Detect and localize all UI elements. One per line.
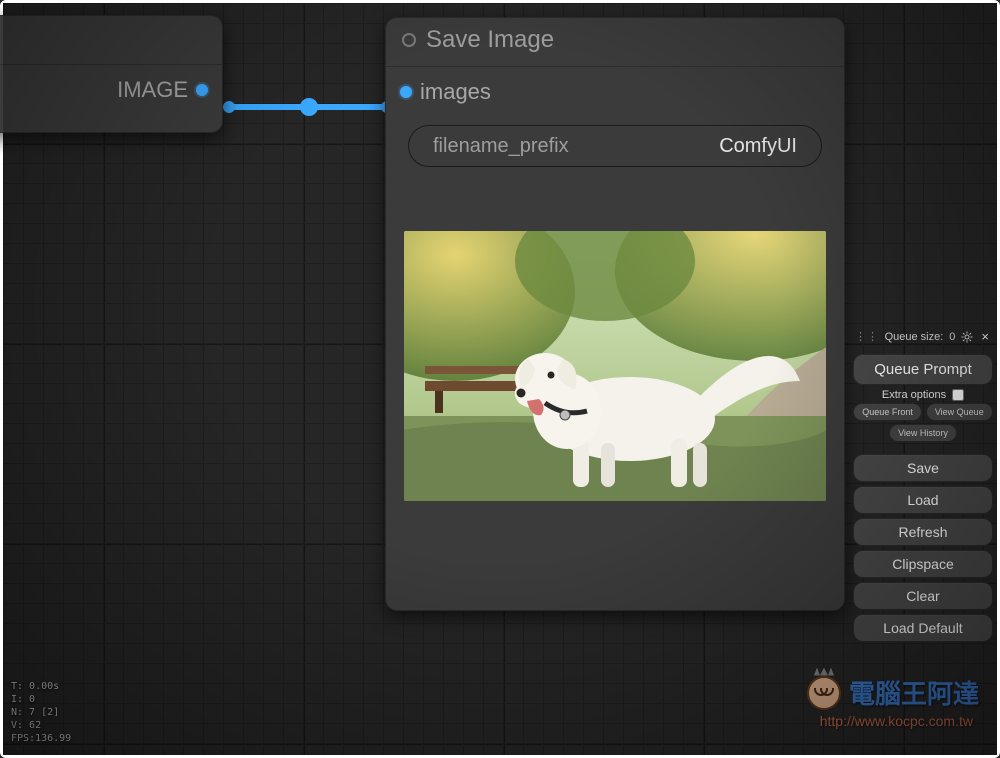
filename-prefix-field[interactable]: filename_prefix ComfyUI bbox=[408, 125, 822, 167]
clipspace-button[interactable]: Clipspace bbox=[853, 550, 993, 578]
save-button[interactable]: Save bbox=[853, 454, 993, 482]
drag-handle-icon[interactable]: ⋮⋮ bbox=[855, 330, 865, 343]
image-preview[interactable] bbox=[404, 231, 826, 501]
extra-options-label: Extra options bbox=[882, 389, 946, 401]
close-icon[interactable]: × bbox=[979, 329, 991, 344]
control-panel[interactable]: ⋮⋮ Queue size: 0 × Queue Prompt Extra op… bbox=[849, 323, 997, 654]
node-save-image[interactable]: Save Image images filename_prefix ComfyU… bbox=[385, 17, 845, 611]
debug-line: N: 7 [2] bbox=[11, 706, 71, 719]
input-port-dot[interactable] bbox=[400, 86, 412, 98]
input-port-row: images bbox=[386, 73, 844, 111]
debug-overlay: T: 0.00s I: 0 N: 7 [2] V: 62 FPS:136.99 bbox=[11, 680, 71, 745]
queue-prompt-button[interactable]: Queue Prompt bbox=[853, 354, 993, 385]
node-title: Save Image bbox=[386, 18, 844, 66]
debug-line: V: 62 bbox=[11, 719, 71, 732]
debug-line: T: 0.00s bbox=[11, 680, 71, 693]
view-history-button[interactable]: View History bbox=[889, 424, 957, 442]
view-queue-button[interactable]: View Queue bbox=[926, 403, 993, 421]
extra-options-checkbox[interactable] bbox=[952, 389, 964, 401]
load-default-button[interactable]: Load Default bbox=[853, 614, 993, 642]
watermark-url: http://www.kocpc.com.tw bbox=[820, 713, 973, 729]
divider bbox=[386, 66, 844, 67]
queue-front-button[interactable]: Queue Front bbox=[853, 403, 922, 421]
debug-line: FPS:136.99 bbox=[11, 732, 71, 745]
node-title-text: Save Image bbox=[426, 26, 554, 54]
output-port-row: IMAGE bbox=[0, 71, 222, 109]
watermark-face-icon bbox=[807, 676, 841, 710]
output-label: IMAGE bbox=[117, 77, 188, 103]
debug-line: I: 0 bbox=[11, 693, 71, 706]
param-value: ComfyUI bbox=[719, 135, 797, 158]
status-dot-icon bbox=[402, 33, 416, 47]
clear-button[interactable]: Clear bbox=[853, 582, 993, 610]
load-button[interactable]: Load bbox=[853, 486, 993, 514]
param-label: filename_prefix bbox=[433, 135, 569, 158]
queue-size-value: 0 bbox=[949, 331, 955, 343]
queue-size-label: Queue size: bbox=[885, 331, 944, 343]
gear-icon[interactable] bbox=[961, 331, 973, 343]
extra-options-row: Extra options bbox=[853, 389, 993, 401]
watermark: 電腦王阿達 bbox=[807, 674, 979, 711]
refresh-button[interactable]: Refresh bbox=[853, 518, 993, 546]
panel-header: ⋮⋮ Queue size: 0 × bbox=[853, 327, 993, 350]
node-title: ecode bbox=[0, 16, 222, 64]
output-port-dot[interactable] bbox=[196, 84, 208, 96]
node-vae-decode[interactable]: ecode IMAGE bbox=[0, 15, 223, 133]
input-label: images bbox=[420, 79, 491, 105]
divider bbox=[0, 64, 222, 65]
watermark-title: 電腦王阿達 bbox=[849, 674, 979, 711]
